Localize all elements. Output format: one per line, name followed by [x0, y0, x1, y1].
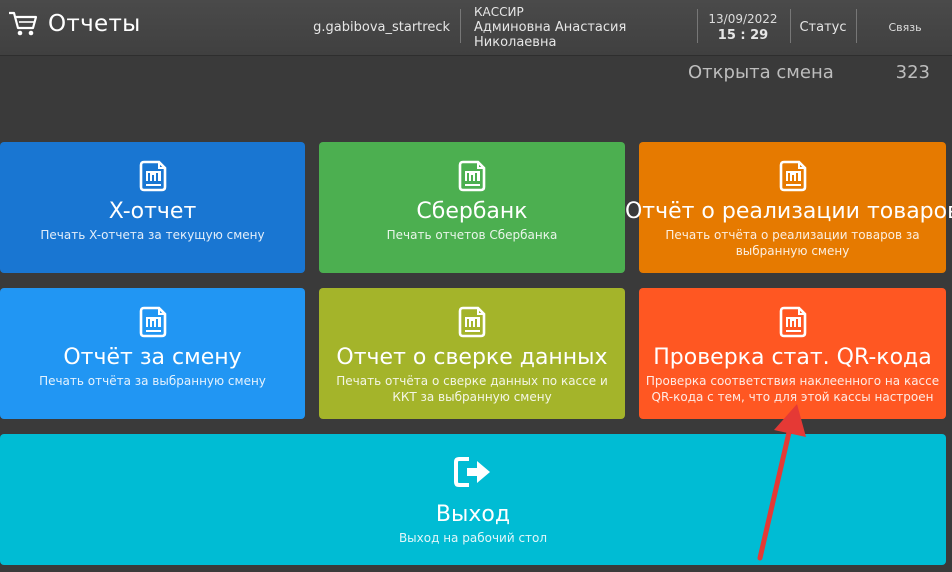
tile-subtitle: Печать отчёта о сверке данных по кассе и… [336, 374, 608, 404]
report-icon [458, 160, 486, 192]
exit-subtitle: Выход на рабочий стол [398, 531, 548, 545]
tile-title: Отчёт за смену [63, 345, 242, 370]
current-date: 13/09/2022 [708, 12, 778, 26]
page-title: Отчеты [48, 11, 141, 37]
shift-status: Открыта смена [688, 62, 834, 83]
connection-button[interactable]: Связь [862, 0, 948, 55]
top-bar: Отчеты g.gabibova_startreck КАССИР Админ… [0, 0, 952, 56]
status-label: Статус [799, 20, 847, 35]
report-icon [139, 160, 166, 192]
sales-report-tile[interactable]: Отчёт о реализации товаров Печать отчёта … [625, 142, 952, 273]
exit-title: Выход [435, 502, 511, 527]
tile-title: Отчёт о реализации товаров [624, 199, 952, 224]
current-time: 15 : 29 [717, 28, 769, 43]
tile-subtitle: Печать отчетов Сбербанка [386, 228, 558, 242]
tile-title: Отчет о сверке данных [336, 345, 608, 370]
report-icon [779, 160, 806, 192]
report-icon [458, 306, 486, 338]
divider [856, 9, 857, 43]
connection-label: Связь [888, 21, 922, 34]
tile-subtitle: Печать отчёта о реализации товаров за вы… [665, 228, 920, 258]
cashier-name: Админовна Анастасия Николаевна [474, 20, 627, 50]
user-login-text: g.gabibova_startreck [313, 20, 450, 35]
tile-subtitle: Печать отчёта за выбранную смену [39, 374, 266, 388]
qr-check-tile[interactable]: Проверка стат. QR-кода Проверка соответст… [639, 288, 946, 419]
status-button[interactable]: Статус [794, 0, 852, 55]
x-report-tile[interactable]: X-отчет Печать X-отчета за текущую смену [0, 142, 305, 273]
sberbank-tile[interactable]: Сбербанк Печать отчетов Сбербанка [319, 142, 625, 273]
datetime: 13/09/2022 15 : 29 [698, 0, 788, 55]
exit-tile[interactable]: Выход Выход на рабочий стол [0, 434, 946, 565]
cart-icon [9, 11, 38, 36]
reconciliation-report-tile[interactable]: Отчет о сверке данных Печать отчёта о све… [319, 288, 625, 419]
cashier-role: КАССИР [474, 5, 524, 19]
report-icon [779, 306, 806, 338]
shift-number: 323 [895, 62, 930, 83]
shift-report-tile[interactable]: Отчёт за смену Печать отчёта за выбранную… [0, 288, 305, 419]
exit-icon [454, 457, 490, 487]
divider [460, 9, 461, 43]
tile-subtitle: Печать X-отчета за текущую смену [40, 228, 265, 242]
cashier-info: КАССИР Админовна Анастасия Николаевна [474, 0, 694, 55]
tile-title: X-отчет [108, 199, 197, 224]
divider [790, 9, 791, 43]
tile-title: Сбербанк [416, 199, 528, 224]
report-icon [139, 306, 166, 338]
app-title: Отчеты [8, 10, 141, 38]
tile-subtitle: Проверка соответствия наклеенного на кас… [645, 374, 940, 404]
tile-title: Проверка стат. QR-кода [653, 345, 932, 370]
user-login: g.gabibova_startreck [300, 0, 450, 55]
